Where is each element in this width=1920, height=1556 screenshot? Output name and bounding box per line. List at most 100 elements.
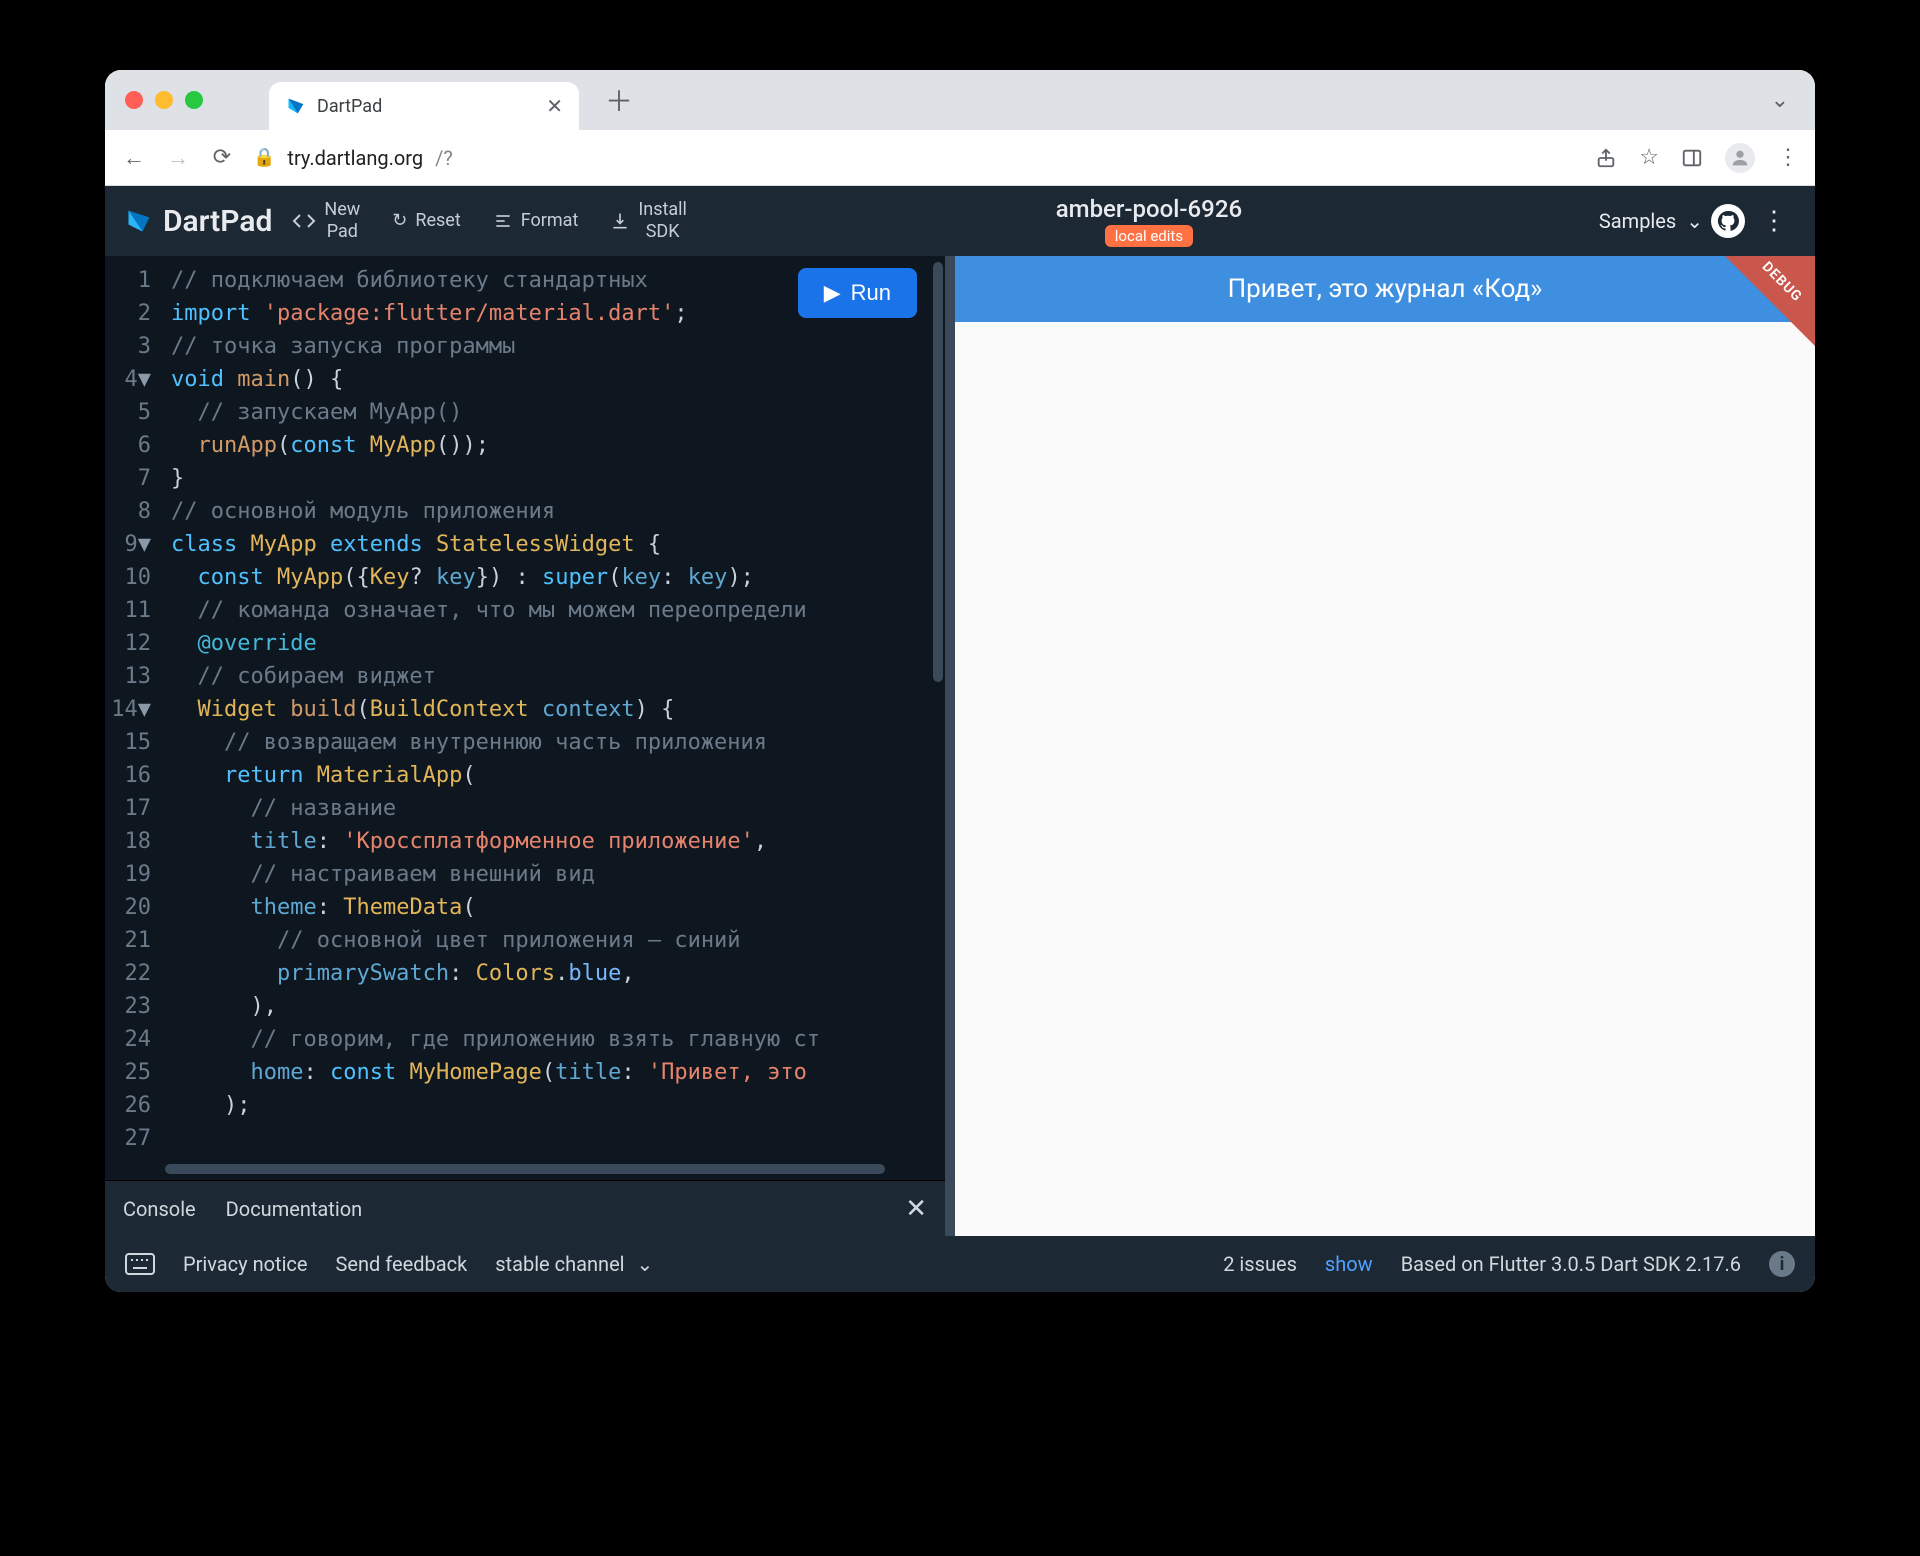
share-icon[interactable] <box>1595 147 1617 169</box>
menu-icon[interactable]: ⋮ <box>1777 145 1799 170</box>
install-sdk-button[interactable]: Install SDK <box>598 199 699 242</box>
code-line[interactable]: Widget build(BuildContext context) { <box>171 693 945 726</box>
address-bar: ← → ⟳ 🔒 try.dartlang.org/? ☆ ⋮ <box>105 130 1815 186</box>
minimize-window-icon[interactable] <box>155 91 173 109</box>
profile-avatar[interactable] <box>1725 143 1755 173</box>
code-line[interactable]: // говорим, где приложению взять главную… <box>171 1023 945 1056</box>
code-line[interactable]: @override <box>171 627 945 660</box>
line-number: 5 <box>105 396 151 429</box>
line-number: 3 <box>105 330 151 363</box>
code-line[interactable]: ); <box>171 1089 945 1122</box>
format-button[interactable]: Format <box>481 210 591 232</box>
show-issues-link[interactable]: show <box>1325 1252 1373 1276</box>
code-line[interactable]: // запускаем MyApp() <box>171 396 945 429</box>
dart-favicon-icon <box>285 95 307 117</box>
code-line[interactable]: // подключаем библиотеку стандартных <box>171 264 945 297</box>
code-line[interactable]: // основной цвет приложения — синий <box>171 924 945 957</box>
line-number: 27 <box>105 1122 151 1155</box>
channel-selector[interactable]: stable channel ⌄ <box>495 1252 653 1276</box>
line-number: 21 <box>105 924 151 957</box>
url-path: /? <box>435 146 453 170</box>
console-tab[interactable]: Console <box>123 1197 196 1221</box>
code-line[interactable]: void main() { <box>171 363 945 396</box>
status-bar: Privacy notice Send feedback stable chan… <box>105 1236 1815 1292</box>
vertical-scrollbar[interactable] <box>933 262 943 682</box>
line-number: 18 <box>105 825 151 858</box>
maximize-window-icon[interactable] <box>185 91 203 109</box>
url-field[interactable]: 🔒 try.dartlang.org/? <box>253 146 1577 170</box>
line-number: 22 <box>105 957 151 990</box>
line-number: 8 <box>105 495 151 528</box>
logo-text: DartPad <box>163 204 272 239</box>
line-number: 20 <box>105 891 151 924</box>
code-line[interactable]: ), <box>171 990 945 1023</box>
code-line[interactable]: // возвращаем внутреннюю часть приложени… <box>171 726 945 759</box>
appbar-title: Привет, это журнал «Код» <box>1228 274 1543 304</box>
code-line[interactable]: title: 'Кроссплатформенное приложение', <box>171 825 945 858</box>
line-number: 15 <box>105 726 151 759</box>
code-body[interactable]: // подключаем библиотеку стандартных imp… <box>171 264 945 1155</box>
chevron-down-icon: ⌄ <box>637 1252 654 1276</box>
dartpad-toolbar: DartPad New Pad ↻ Reset Format Install S… <box>105 186 1815 256</box>
code-line[interactable]: class MyApp extends StatelessWidget { <box>171 528 945 561</box>
new-tab-button[interactable]: ＋ <box>605 80 633 120</box>
documentation-tab[interactable]: Documentation <box>226 1197 363 1221</box>
code-line[interactable]: theme: ThemeData( <box>171 891 945 924</box>
new-pad-button[interactable]: New Pad <box>280 199 372 242</box>
code-line[interactable]: // название <box>171 792 945 825</box>
browser-tab[interactable]: DartPad ✕ <box>269 82 579 130</box>
code-line[interactable]: // команда означает, что мы можем переоп… <box>171 594 945 627</box>
line-gutter: 1234▼56789▼1011121314▼151617181920212223… <box>105 264 163 1155</box>
code-line[interactable]: // настраиваем внешний вид <box>171 858 945 891</box>
forward-button[interactable]: → <box>165 145 191 171</box>
chevron-down-icon: ⌄ <box>1686 209 1703 233</box>
dartpad-logo[interactable]: DartPad <box>125 204 272 239</box>
tabs-dropdown-icon[interactable]: ⌄ <box>1771 88 1789 113</box>
code-line[interactable]: import 'package:flutter/material.dart'; <box>171 297 945 330</box>
splitter-handle[interactable] <box>945 256 955 1236</box>
panel-icon[interactable] <box>1681 147 1703 169</box>
line-number: 11 <box>105 594 151 627</box>
code-line[interactable]: // точка запуска программы <box>171 330 945 363</box>
reload-button[interactable]: ⟳ <box>209 145 235 171</box>
code-line[interactable]: } <box>171 462 945 495</box>
close-panel-icon[interactable]: ✕ <box>905 1194 927 1224</box>
bookmark-icon[interactable]: ☆ <box>1639 145 1659 170</box>
reset-button[interactable]: ↻ Reset <box>380 210 472 232</box>
line-number: 2 <box>105 297 151 330</box>
code-editor[interactable]: ▶ Run 1234▼56789▼1011121314▼151617181920… <box>105 256 945 1180</box>
back-button[interactable]: ← <box>121 145 147 171</box>
reset-icon: ↻ <box>392 210 407 232</box>
code-line[interactable]: // основной модуль приложения <box>171 495 945 528</box>
code-line[interactable] <box>171 1122 945 1155</box>
project-name-area: amber-pool-6926 local edits <box>707 195 1591 247</box>
flutter-appbar: Привет, это журнал «Код» <box>955 256 1815 322</box>
github-link[interactable] <box>1711 204 1745 238</box>
feedback-link[interactable]: Send feedback <box>336 1252 468 1276</box>
line-number: 1 <box>105 264 151 297</box>
line-number: 24 <box>105 1023 151 1056</box>
code-line[interactable]: const MyApp({Key? key}) : super(key: key… <box>171 561 945 594</box>
info-icon[interactable]: i <box>1769 1251 1795 1277</box>
code-line[interactable]: primarySwatch: Colors.blue, <box>171 957 945 990</box>
privacy-link[interactable]: Privacy notice <box>183 1252 308 1276</box>
code-line[interactable]: home: const MyHomePage(title: 'Привет, э… <box>171 1056 945 1089</box>
keyboard-icon[interactable] <box>125 1253 155 1275</box>
code-line[interactable]: // собираем виджет <box>171 660 945 693</box>
line-number: 25 <box>105 1056 151 1089</box>
console-panel: Console Documentation ✕ <box>105 1180 945 1236</box>
horizontal-scrollbar[interactable] <box>165 1164 885 1174</box>
window-controls <box>125 91 203 109</box>
more-menu-button[interactable]: ⋮ <box>1753 206 1795 236</box>
line-number: 12 <box>105 627 151 660</box>
close-window-icon[interactable] <box>125 91 143 109</box>
line-number: 6 <box>105 429 151 462</box>
code-line[interactable]: runApp(const MyApp()); <box>171 429 945 462</box>
lock-icon: 🔒 <box>253 147 275 168</box>
line-number: 13 <box>105 660 151 693</box>
browser-window: DartPad ✕ ＋ ⌄ ← → ⟳ 🔒 try.dartlang.org/?… <box>105 70 1815 1292</box>
samples-dropdown[interactable]: Samples ⌄ <box>1599 209 1703 233</box>
local-edits-badge: local edits <box>1105 225 1193 247</box>
code-line[interactable]: return MaterialApp( <box>171 759 945 792</box>
close-tab-icon[interactable]: ✕ <box>546 94 563 118</box>
